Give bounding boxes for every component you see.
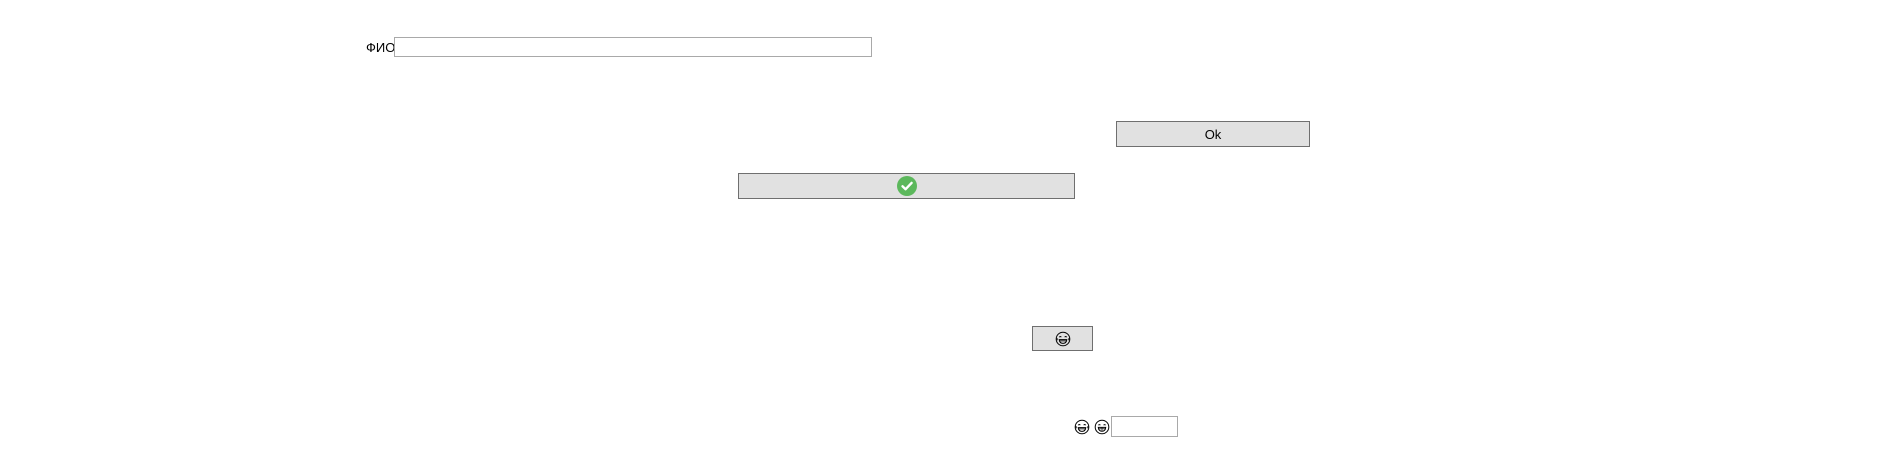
page-canvas: ФИО Ok	[0, 0, 1893, 463]
laughing-face-icon	[1055, 331, 1071, 347]
fio-input[interactable]	[394, 37, 872, 57]
fio-label: ФИО	[366, 40, 396, 55]
emoji-button[interactable]	[1032, 326, 1093, 351]
check-circle-icon	[896, 176, 917, 196]
laughing-face-icon	[1074, 419, 1090, 435]
ok-button-label: Ok	[1204, 126, 1222, 142]
grinning-face-icon	[1094, 419, 1110, 435]
small-input[interactable]	[1111, 416, 1178, 437]
ok-button[interactable]: Ok	[1116, 121, 1310, 147]
confirm-button[interactable]	[738, 173, 1075, 199]
